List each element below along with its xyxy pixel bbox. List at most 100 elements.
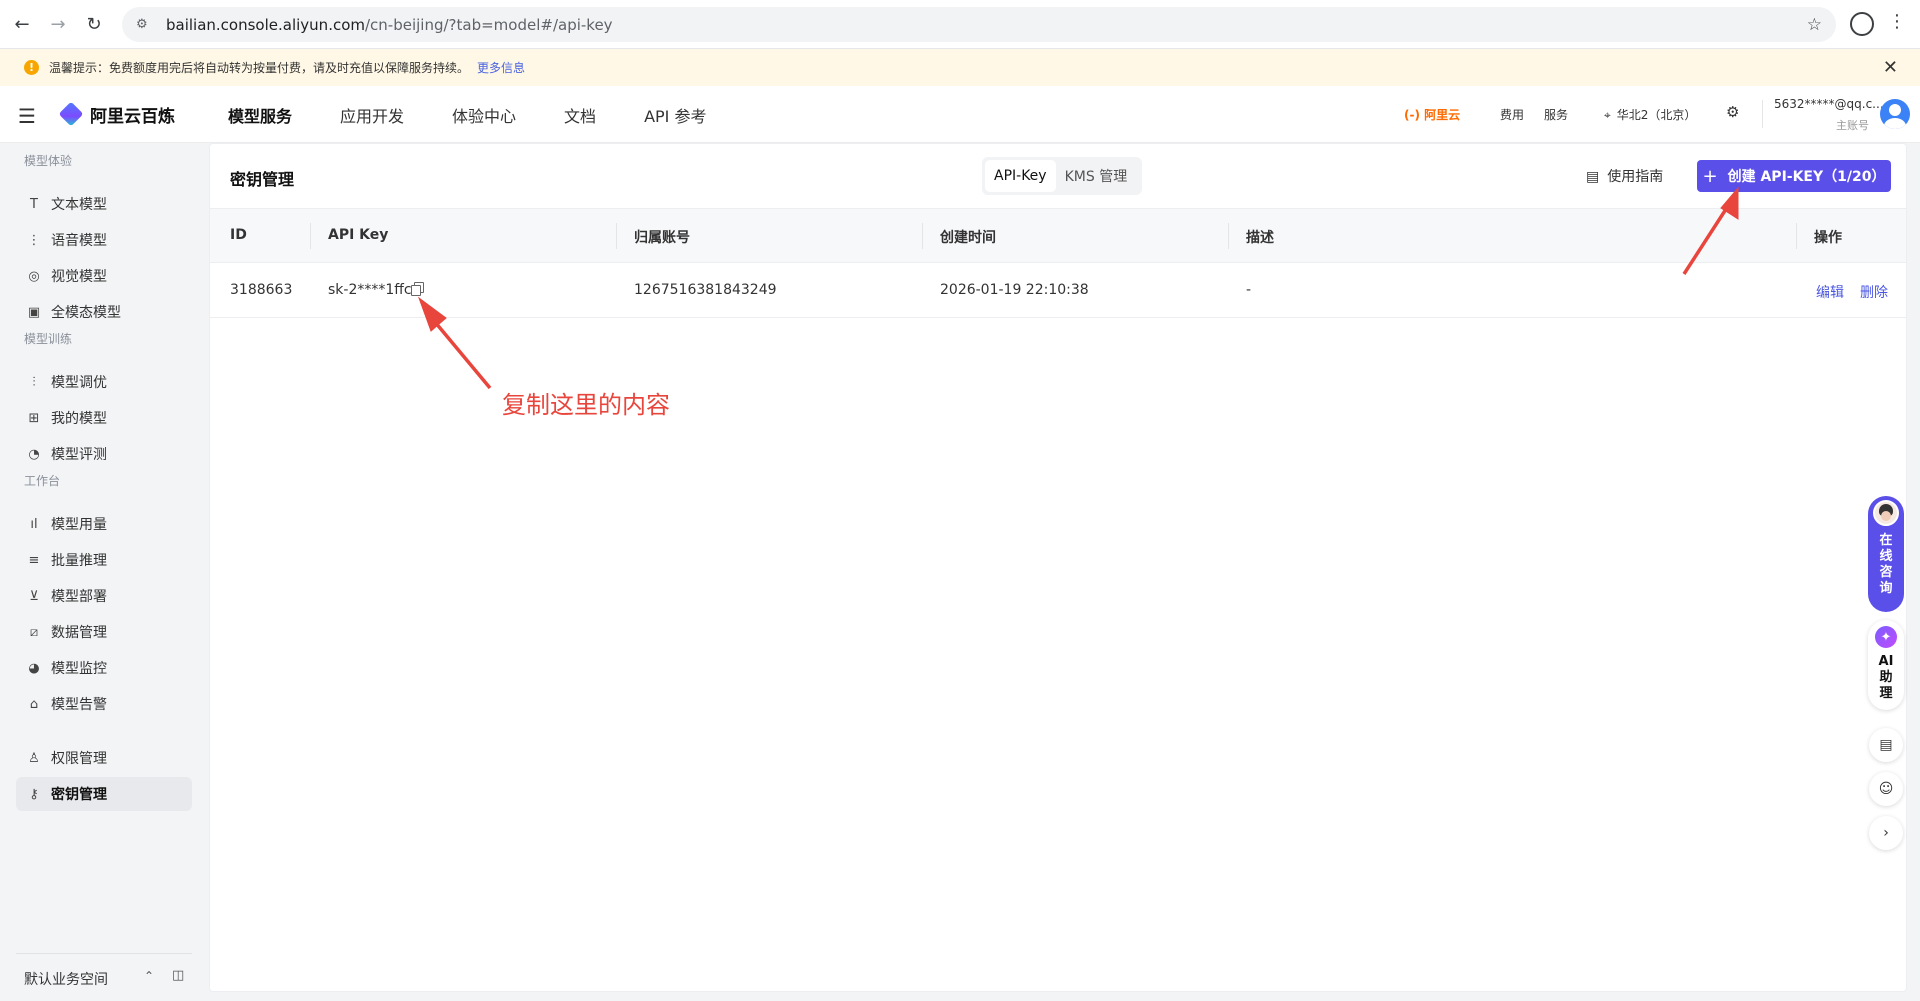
top-nav: 模型服务 应用开发 体验中心 文档 API 参考	[228, 86, 754, 143]
browser-menu-icon[interactable]: ⋮	[1888, 11, 1906, 32]
collapse-panel-icon[interactable]: ◫	[172, 968, 184, 983]
text-icon: T	[30, 196, 38, 212]
ai-assistant-label: AI 助理	[1878, 654, 1894, 701]
sidebar-group-workbench: 工作台	[24, 474, 61, 488]
col-api-key: API Key	[328, 227, 389, 243]
menu-icon[interactable]: ☰	[18, 104, 36, 128]
sidebar-item-voice-model[interactable]: ⋮ 语音模型	[16, 223, 192, 257]
tab-api-key[interactable]: API-Key	[985, 160, 1056, 192]
smiley-icon[interactable]: ☺	[1869, 772, 1903, 806]
sidebar-item-vision-model[interactable]: ◎ 视觉模型	[16, 259, 192, 293]
bar-chart-icon: ıl	[30, 516, 38, 532]
address-bar[interactable]: ⚙ bailian.console.aliyun.com/cn-beijing/…	[122, 7, 1836, 42]
col-sep	[310, 223, 311, 249]
table-header: ID API Key 归属账号 创建时间 描述 操作	[210, 208, 1906, 263]
sidebar-item-data[interactable]: ⧄ 数据管理	[16, 615, 192, 649]
sidebar-item-keys[interactable]: ⚷ 密钥管理	[16, 777, 192, 811]
close-icon[interactable]: ✕	[1883, 57, 1898, 78]
workspace-selector[interactable]: 默认业务空间	[24, 969, 108, 989]
sparkle-icon: ✦	[1875, 626, 1897, 648]
create-api-key-button[interactable]: + 创建 API-KEY（1/20）	[1697, 160, 1891, 192]
notice-bar: ! 温馨提示：免费额度用完后将自动转为按量付费，请及时充值以保障服务持续。 更多…	[0, 49, 1920, 86]
table-row: 3188663 sk-2****1ffc 1267516381843249 20…	[210, 263, 1906, 318]
service-link[interactable]: 服务	[1544, 106, 1568, 123]
sidebar-item-permissions[interactable]: ♙ 权限管理	[16, 741, 192, 775]
action-divider	[1824, 285, 1825, 299]
sidebar: 模型体验 T 文本模型 ⋮ 语音模型 ◎ 视觉模型 ▣ 全模态模型 模型训练 ⫶ 模型调优…	[0, 143, 208, 1001]
sidebar-item-monitor[interactable]: ◕ 模型监控	[16, 651, 192, 685]
tab-kms[interactable]: KMS 管理	[1056, 160, 1137, 192]
copy-icon[interactable]	[411, 282, 424, 296]
col-actions: 操作	[1814, 230, 1842, 246]
avatar[interactable]	[1880, 99, 1910, 129]
nav-model-service[interactable]: 模型服务	[228, 103, 292, 127]
camera-icon: ◎	[28, 268, 40, 284]
col-sep	[1228, 223, 1229, 249]
page-title: 密钥管理	[230, 170, 295, 189]
account-name[interactable]: 5632*****@qq.c...	[1774, 97, 1884, 111]
site-settings-icon[interactable]: ⚙	[136, 17, 158, 32]
sidebar-item-text-model[interactable]: T 文本模型	[16, 187, 192, 221]
sidebar-item-my-models[interactable]: ⊞ 我的模型	[16, 401, 192, 435]
ai-assistant-button[interactable]: ✦ AI 助理	[1868, 620, 1904, 710]
annotation-text: 复制这里的内容	[502, 391, 670, 419]
location-icon: ⌖	[1604, 108, 1611, 122]
chevron-right-icon[interactable]: ›	[1869, 816, 1903, 850]
cell-api-key: sk-2****1ffc	[328, 282, 412, 298]
col-id: ID	[230, 227, 247, 243]
account-role: 主账号	[1836, 119, 1869, 132]
edit-link[interactable]: 编辑	[1816, 282, 1844, 302]
cell-desc: -	[1246, 282, 1252, 298]
list-icon: ≡	[28, 552, 40, 568]
warning-icon: !	[24, 60, 39, 75]
col-desc: 描述	[1246, 230, 1274, 246]
sidebar-item-omni-model[interactable]: ▣ 全模态模型	[16, 295, 192, 329]
sliders-icon: ⫶	[32, 374, 36, 390]
delete-link[interactable]: 删除	[1860, 282, 1888, 302]
top-header: ☰ 阿里云百炼 模型服务 应用开发 体验中心 文档 API 参考 (-) 阿里云…	[0, 86, 1920, 143]
waveform-icon: ⋮	[27, 232, 41, 248]
guide-link[interactable]: ▤ 使用指南	[1586, 166, 1663, 186]
brand-name[interactable]: 阿里云百炼	[90, 102, 175, 127]
sidebar-divider	[16, 953, 192, 954]
header-divider	[1762, 100, 1763, 128]
region-selector[interactable]: ⌖ 华北2（北京）	[1604, 106, 1696, 123]
sidebar-group-experience: 模型体验	[24, 154, 73, 168]
grid-icon: ⊞	[28, 410, 40, 426]
alarm-icon: ⌂	[29, 696, 39, 712]
online-consult-button[interactable]: 在线咨询	[1868, 496, 1904, 612]
profile-icon[interactable]	[1850, 12, 1874, 36]
sidebar-item-evaluation[interactable]: ◔ 模型评测	[16, 437, 192, 471]
tab-switcher: API-Key KMS 管理	[982, 157, 1142, 195]
url-text: bailian.console.aliyun.com/cn-beijing/?t…	[166, 15, 613, 34]
aliyun-logo[interactable]: (-) 阿里云	[1404, 106, 1460, 123]
nav-api-ref[interactable]: API 参考	[644, 103, 706, 127]
sidebar-item-alerts[interactable]: ⌂ 模型告警	[16, 687, 192, 721]
sidebar-item-usage[interactable]: ıl 模型用量	[16, 507, 192, 541]
cell-created: 2026-01-19 22:10:38	[940, 282, 1089, 298]
gear-icon[interactable]: ⚙	[1726, 103, 1739, 121]
nav-docs[interactable]: 文档	[564, 103, 596, 127]
back-icon[interactable]: ←	[4, 0, 40, 49]
pie-chart-icon: ◕	[28, 660, 40, 676]
chevron-up-icon[interactable]: ⌃	[144, 969, 154, 983]
line-chart-icon: ⧄	[29, 624, 39, 640]
media-icon: ▣	[27, 304, 41, 320]
document-icon[interactable]: ▤	[1869, 728, 1903, 762]
col-sep	[1796, 223, 1797, 249]
compass-icon: ◔	[28, 446, 40, 462]
fee-link[interactable]: 费用	[1500, 106, 1524, 123]
sidebar-item-deploy[interactable]: ⊻ 模型部署	[16, 579, 192, 613]
col-sep	[616, 223, 617, 249]
sidebar-item-batch[interactable]: ≡ 批量推理	[16, 543, 192, 577]
nav-app-dev[interactable]: 应用开发	[340, 103, 404, 127]
notice-text: 温馨提示：免费额度用完后将自动转为按量付费，请及时充值以保障服务持续。	[49, 61, 470, 75]
browser-toolbar: ← → ↻ ⚙ bailian.console.aliyun.com/cn-be…	[0, 0, 1920, 49]
bookmark-star-icon[interactable]: ☆	[1807, 15, 1822, 35]
nav-experience[interactable]: 体验中心	[452, 103, 516, 127]
forward-icon[interactable]: →	[40, 0, 76, 49]
sidebar-item-tuning[interactable]: ⫶ 模型调优	[16, 365, 192, 399]
reload-icon[interactable]: ↻	[76, 0, 112, 49]
main-panel: 密钥管理 API-Key KMS 管理 ▤ 使用指南 + 创建 API-KEY（1/…	[209, 143, 1907, 992]
notice-more-link[interactable]: 更多信息	[477, 59, 525, 76]
